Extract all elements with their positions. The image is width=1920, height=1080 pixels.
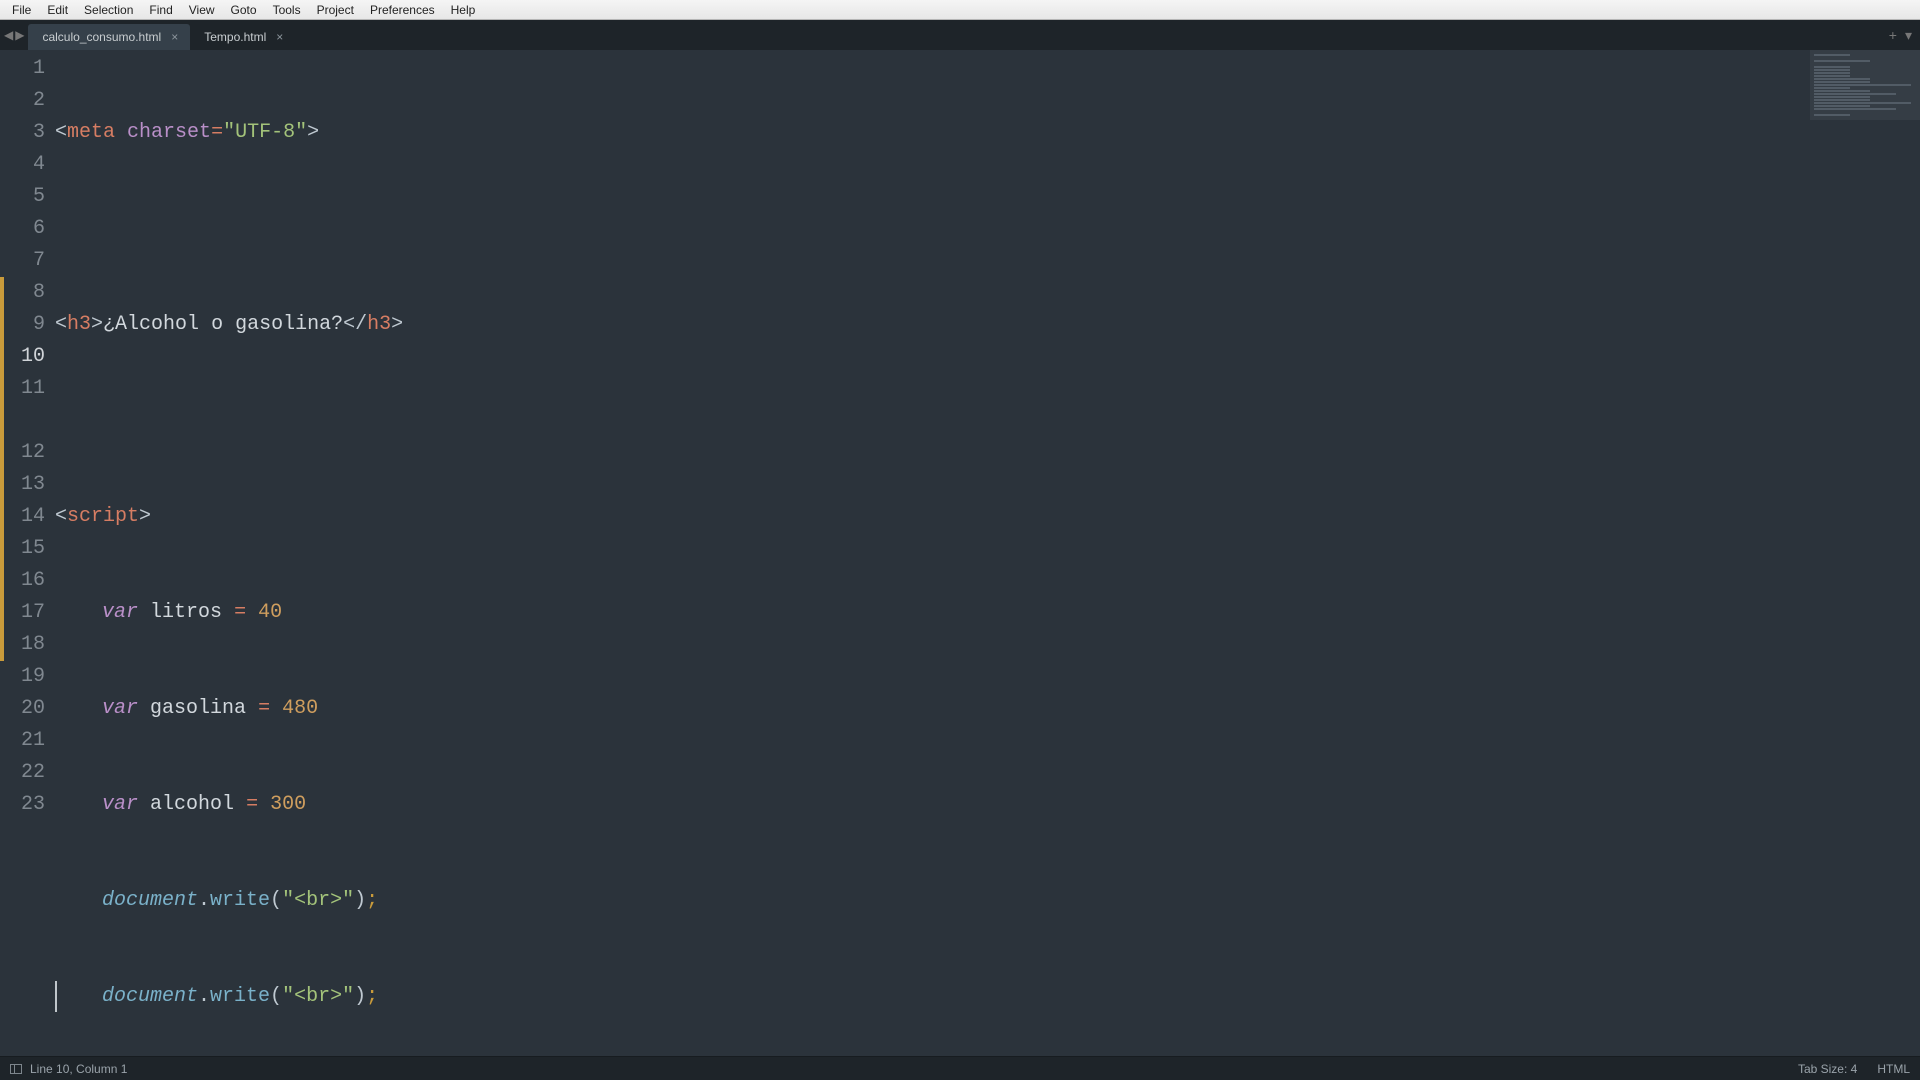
menu-project[interactable]: Project [309,1,362,19]
tab-calculo-consumo[interactable]: calculo_consumo.html × [28,24,190,50]
tab-tempo[interactable]: Tempo.html × [190,24,295,50]
menu-find[interactable]: Find [141,1,180,19]
minimap-content [1814,54,1916,117]
tab-label: calculo_consumo.html [42,30,161,44]
tab-dropdown-icon[interactable]: ▾ [1905,27,1912,44]
menu-file[interactable]: File [4,1,39,19]
menu-edit[interactable]: Edit [39,1,76,19]
tab-bar: ◀ ▶ calculo_consumo.html × Tempo.html × … [0,20,1920,50]
menu-preferences[interactable]: Preferences [362,1,443,19]
menu-tools[interactable]: Tools [265,1,309,19]
tab-history-nav: ◀ ▶ [0,20,28,50]
status-syntax[interactable]: HTML [1877,1062,1910,1076]
status-cursor-position[interactable]: Line 10, Column 1 [30,1062,127,1076]
status-bar: Line 10, Column 1 Tab Size: 4 HTML [0,1056,1920,1080]
text-cursor [55,981,57,1012]
menu-help[interactable]: Help [443,1,484,19]
close-icon[interactable]: × [171,31,178,43]
nav-back-icon[interactable]: ◀ [3,28,14,42]
new-tab-icon[interactable]: + [1889,27,1897,43]
line-number-gutter: 1234567891011121314151617181920212223 [0,50,55,1056]
status-tab-size[interactable]: Tab Size: 4 [1798,1062,1857,1076]
minimap[interactable] [1810,50,1920,1056]
menu-goto[interactable]: Goto [223,1,265,19]
close-icon[interactable]: × [276,31,283,43]
code-area[interactable]: <meta charset="UTF-8"> <h3>¿Alcohol o ga… [55,50,1810,1056]
nav-forward-icon[interactable]: ▶ [14,28,25,42]
editor: 1234567891011121314151617181920212223 <m… [0,50,1920,1056]
sidebar-toggle-icon[interactable] [10,1064,22,1074]
tab-label: Tempo.html [204,30,266,44]
menu-selection[interactable]: Selection [76,1,141,19]
menu-bar: File Edit Selection Find View Goto Tools… [0,0,1920,20]
menu-view[interactable]: View [181,1,223,19]
